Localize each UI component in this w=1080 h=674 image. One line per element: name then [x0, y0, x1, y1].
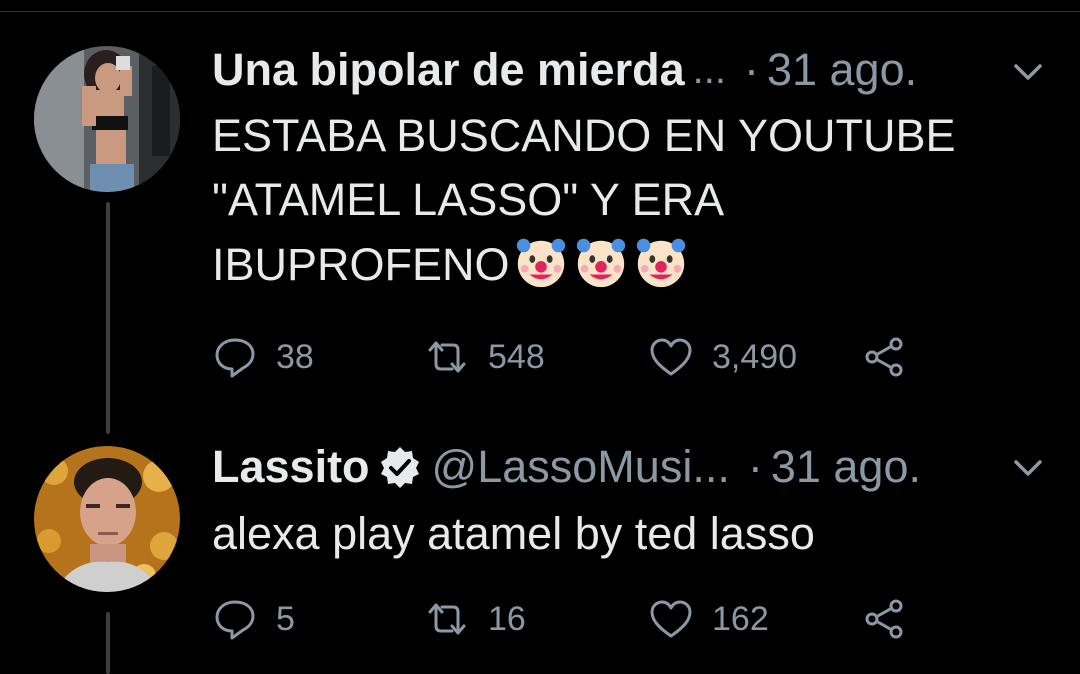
tweet-text-word: IBUPROFENO [212, 239, 510, 290]
tweet-timestamp[interactable]: 31 ago. [771, 441, 921, 493]
separator-dot: · [743, 44, 759, 95]
like-count: 3,490 [712, 337, 798, 376]
reply-icon [215, 600, 255, 640]
reply-icon [215, 338, 255, 378]
clown-face-emoji [632, 232, 690, 290]
display-name[interactable]: Una bipolar de mierda [212, 44, 685, 96]
chevron-down-icon[interactable] [1008, 52, 1048, 92]
avatar[interactable] [34, 446, 180, 592]
tweet-header: Lassito @LassoMusi... · 31 ago. [212, 437, 921, 497]
name-truncation: ... [692, 47, 726, 92]
tweet-text: ESTABA BUSCANDO EN YOUTUBE "ATAMEL LASSO… [212, 104, 1032, 297]
reply-button[interactable]: 38 [212, 332, 314, 382]
reply-count: 5 [276, 599, 295, 638]
share-icon [865, 337, 903, 377]
separator-dot: · [747, 441, 763, 492]
thread-connector-line [106, 612, 110, 674]
tweet-text-line: alexa play atamel by ted lasso [212, 508, 815, 559]
tweet-text-line: "ATAMEL LASSO" Y ERA [212, 174, 725, 225]
tweet-timestamp[interactable]: 31 ago. [767, 44, 917, 96]
tweet-text-line: IBUPROFENO [212, 232, 1032, 297]
chevron-down-icon[interactable] [1008, 448, 1048, 488]
share-icon [865, 599, 903, 639]
display-name[interactable]: Lassito [212, 441, 370, 493]
top-divider [0, 11, 1080, 12]
retweet-count: 16 [488, 599, 526, 638]
thread-connector-line [106, 202, 110, 434]
retweet-button[interactable]: 548 [424, 332, 545, 382]
share-button[interactable] [862, 594, 908, 644]
tweet-text-line: ESTABA BUSCANDO EN YOUTUBE [212, 110, 956, 161]
tweet-text: alexa play atamel by ted lasso [212, 502, 1032, 566]
clown-face-emoji [572, 232, 630, 290]
like-button[interactable]: 3,490 [648, 332, 797, 382]
heart-icon [650, 338, 692, 376]
heart-icon [650, 600, 692, 638]
share-button[interactable] [862, 332, 908, 382]
clown-face-emoji [512, 232, 570, 290]
retweet-button[interactable]: 16 [424, 594, 526, 644]
tweet-header: Una bipolar de mierda ... · 31 ago. [212, 40, 917, 100]
verified-badge-icon [380, 447, 419, 488]
like-button[interactable]: 162 [648, 594, 769, 644]
user-handle[interactable]: @LassoMusi... [432, 441, 730, 493]
reply-count: 38 [276, 337, 314, 376]
like-count: 162 [712, 599, 769, 638]
retweet-count: 548 [488, 337, 545, 376]
avatar[interactable] [34, 46, 180, 192]
retweet-icon [428, 603, 466, 635]
retweet-icon [428, 341, 466, 373]
reply-button[interactable]: 5 [212, 594, 295, 644]
